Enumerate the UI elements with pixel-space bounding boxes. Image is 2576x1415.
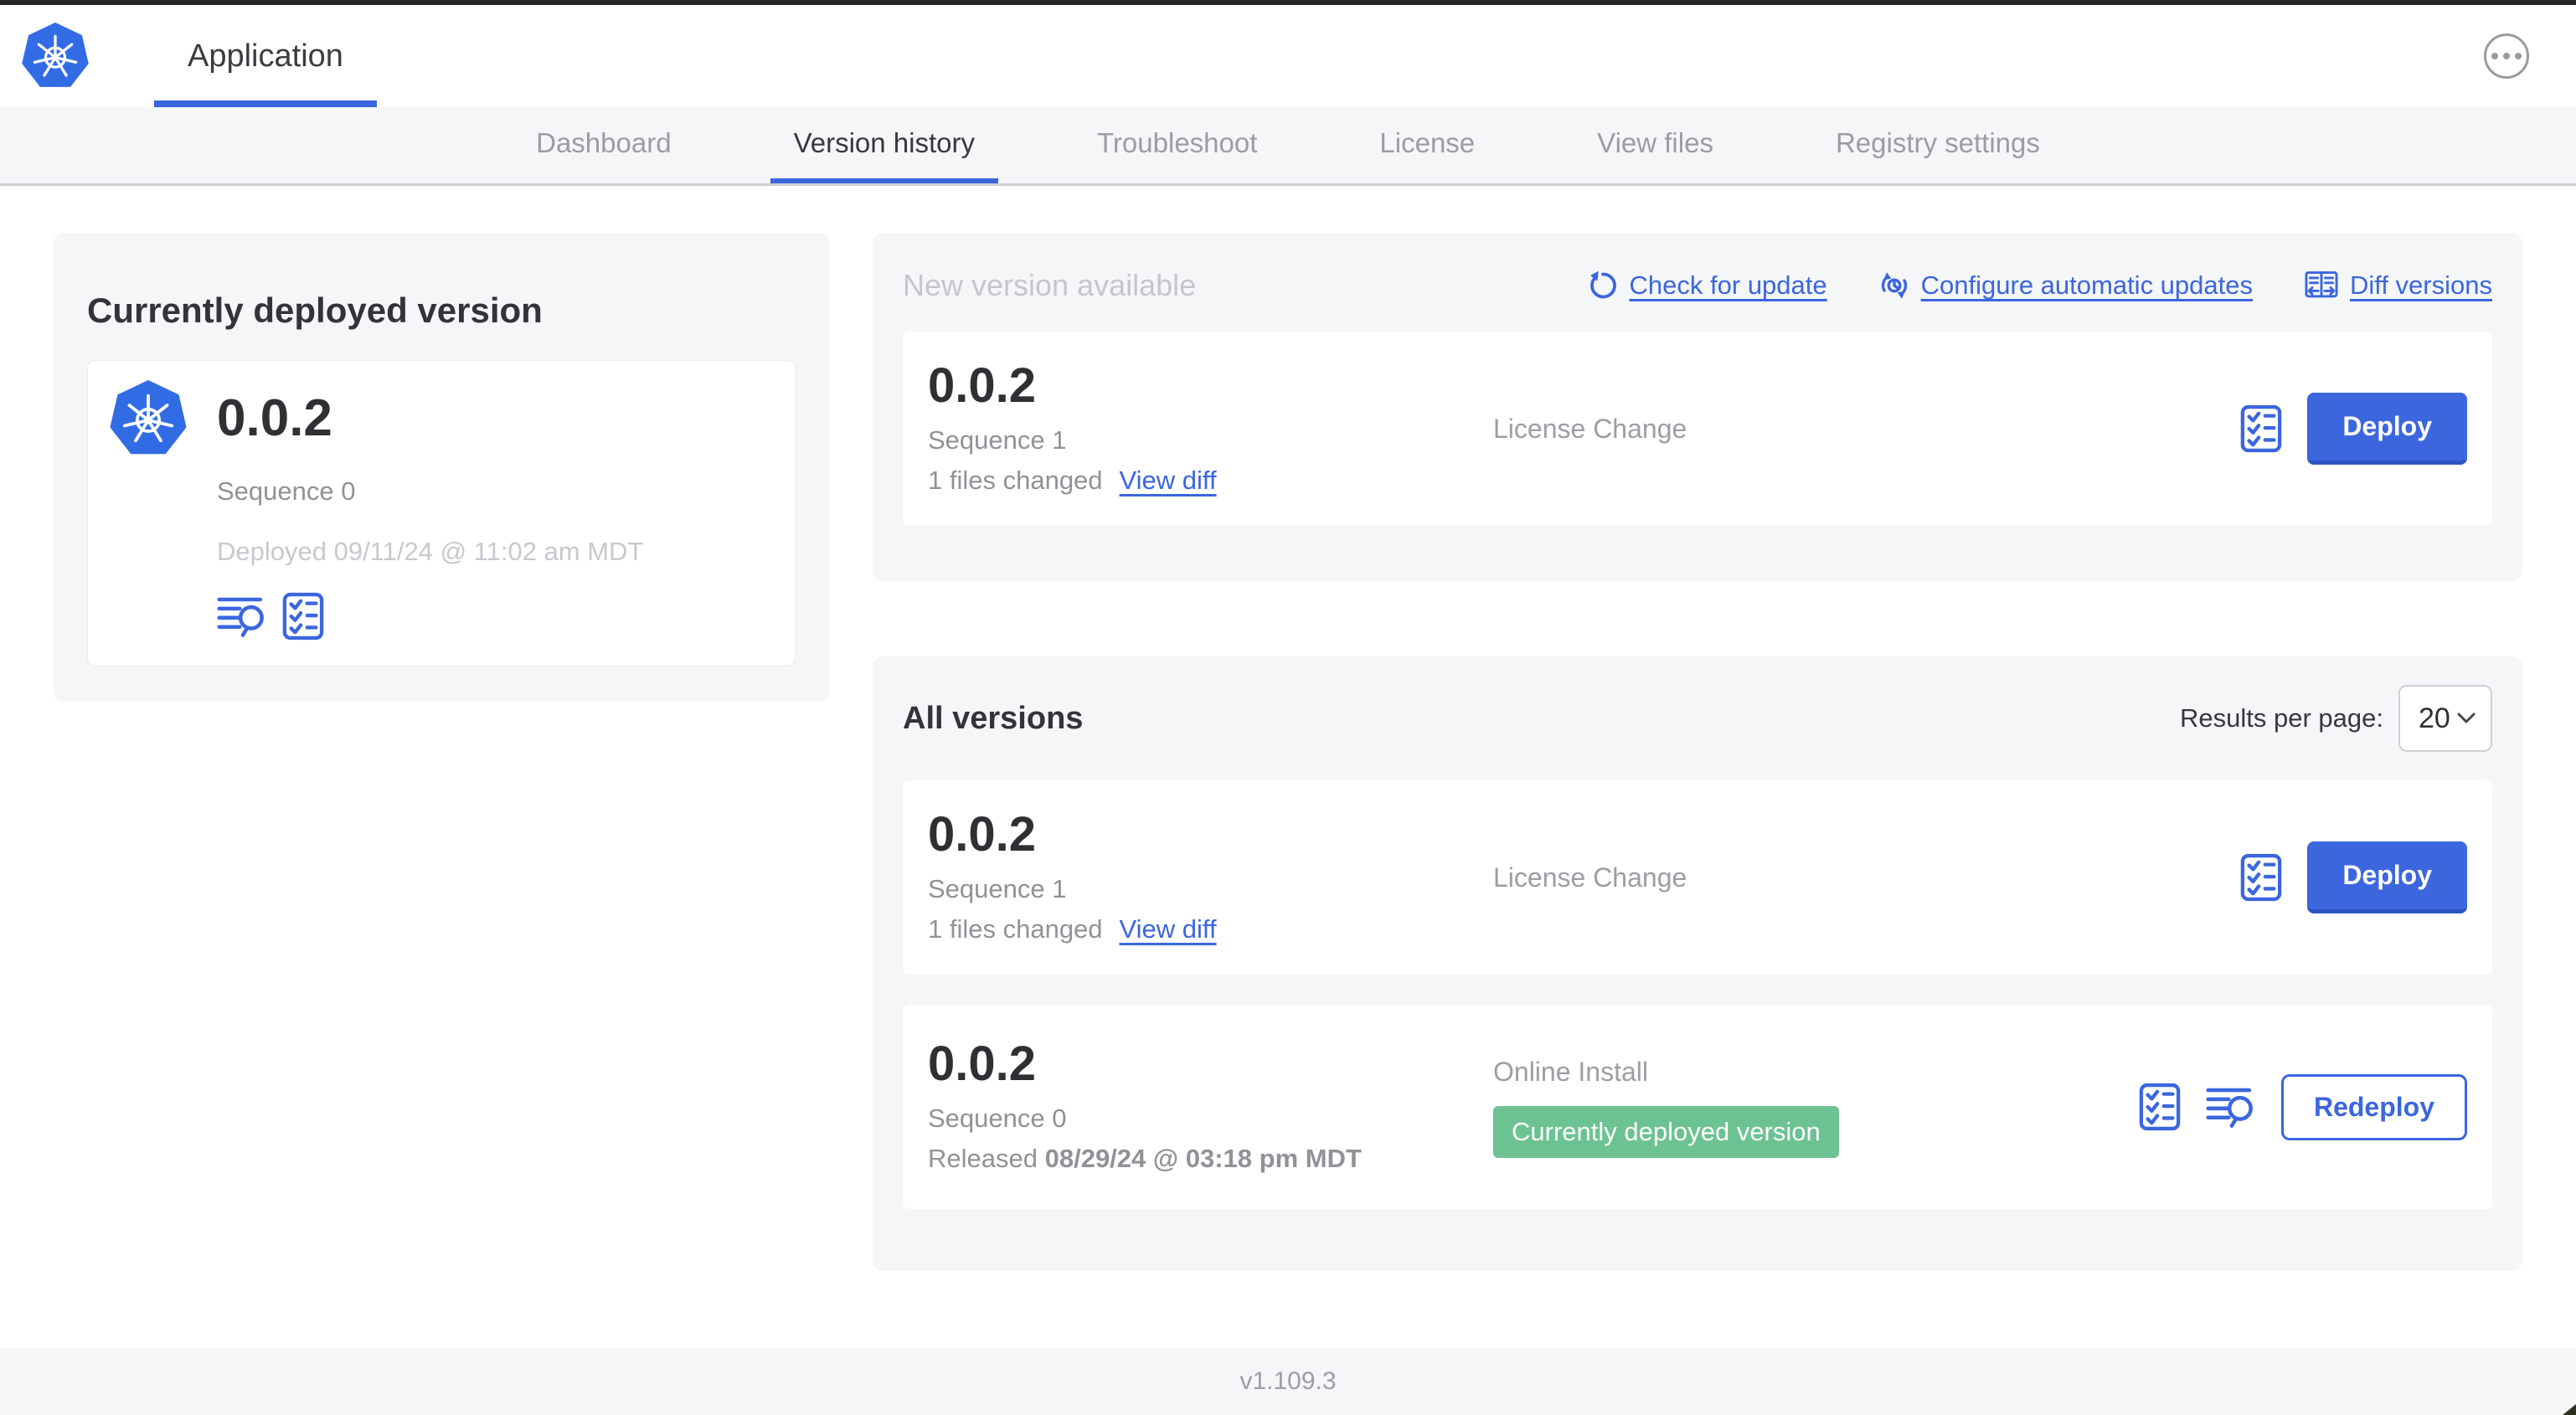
redeploy-button[interactable]: Redeploy	[2280, 1073, 2467, 1140]
deployed-sequence: Sequence 0	[217, 476, 356, 506]
preflight-checklist-icon[interactable]	[282, 592, 324, 641]
results-per-page-select[interactable]: 20	[2398, 685, 2492, 752]
version-number: 0.0.2	[928, 358, 1036, 413]
currently-deployed-panel: Currently deployed version 0.0.2 Sequenc…	[54, 233, 829, 702]
refresh-icon	[1588, 270, 1618, 301]
app-title: Application	[188, 38, 343, 74]
schedule-icon	[1879, 270, 1909, 301]
diff-versions-link[interactable]: Diff versions	[2305, 270, 2492, 301]
new-version-panel: New version available Check for update C…	[873, 233, 2522, 581]
version-number: 0.0.2	[928, 807, 1036, 862]
kubernetes-logo-icon	[20, 5, 90, 107]
all-versions-panel: All versions Results per page: 20 0.0.2 …	[873, 656, 2522, 1271]
all-versions-title: All versions	[903, 700, 1084, 736]
main-content: Currently deployed version 0.0.2 Sequenc…	[0, 186, 2576, 1348]
new-version-card: 0.0.2 Sequence 1 1 files changed View di…	[903, 332, 2492, 526]
files-changed-label: 1 files changed	[928, 466, 1103, 495]
results-per-page-value: 20	[2419, 702, 2450, 734]
deployed-version-number: 0.0.2	[217, 389, 332, 448]
version-source-label: License Change	[1493, 413, 1687, 444]
tab-dashboard[interactable]: Dashboard	[513, 107, 694, 183]
version-sequence: Sequence 1	[928, 874, 1067, 903]
kubernetes-app-icon	[108, 379, 188, 458]
cursor-artifact	[2563, 1404, 2576, 1415]
tab-version-history[interactable]: Version history	[770, 107, 998, 183]
preflight-checklist-icon[interactable]	[2240, 404, 2282, 453]
check-for-update-link[interactable]: Check for update	[1588, 270, 1827, 301]
currently-deployed-title: Currently deployed version	[87, 290, 543, 330]
configure-automatic-updates-link[interactable]: Configure automatic updates	[1879, 270, 2253, 301]
app-header: Application	[0, 5, 2576, 107]
new-version-title: New version available	[903, 268, 1197, 302]
chevron-down-icon	[2457, 713, 2476, 724]
deployed-timestamp: Deployed 09/11/24 @ 11:02 am MDT	[217, 536, 644, 566]
diff-icon	[2305, 270, 2338, 301]
deploy-button[interactable]: Deploy	[2307, 841, 2467, 913]
preflight-checklist-icon[interactable]	[2139, 1083, 2181, 1131]
version-source-label: Online Install	[1493, 1056, 1648, 1087]
app-nav: Dashboard Version history Troubleshoot L…	[0, 107, 2576, 186]
logs-icon[interactable]	[2206, 1083, 2256, 1130]
view-diff-link[interactable]: View diff	[1120, 914, 1217, 944]
version-number: 0.0.2	[928, 1037, 1036, 1091]
files-changed-label: 1 files changed	[928, 914, 1103, 944]
tab-troubleshoot[interactable]: Troubleshoot	[1074, 107, 1280, 183]
results-per-page-label: Results per page:	[2180, 703, 2383, 733]
released-label: Released	[928, 1144, 1038, 1173]
view-diff-link[interactable]: View diff	[1120, 466, 1217, 496]
version-source-label: License Change	[1493, 862, 1687, 893]
deploy-button[interactable]: Deploy	[2307, 393, 2467, 465]
ellipsis-icon	[2491, 53, 2522, 59]
tab-license[interactable]: License	[1356, 107, 1498, 183]
preflight-checklist-icon[interactable]	[2240, 853, 2282, 902]
footer: v1.109.3	[0, 1348, 2576, 1415]
version-sequence: Sequence 1	[928, 425, 1067, 455]
app-manager-version: v1.109.3	[1239, 1367, 1337, 1395]
tab-view-files[interactable]: View files	[1574, 107, 1737, 183]
tab-registry-settings[interactable]: Registry settings	[1812, 107, 2063, 183]
currently-deployed-badge: Currently deployed version	[1493, 1105, 1839, 1158]
released-timestamp: 08/29/24 @ 03:18 pm MDT	[1044, 1144, 1362, 1173]
version-row: 0.0.2 Sequence 1 1 files changed View di…	[903, 780, 2492, 975]
more-options-button[interactable]	[2484, 33, 2529, 79]
version-sequence: Sequence 0	[928, 1104, 1067, 1133]
version-row: 0.0.2 Sequence 0 Released 08/29/24 @ 03:…	[903, 1005, 2492, 1209]
currently-deployed-card: 0.0.2 Sequence 0 Deployed 09/11/24 @ 11:…	[87, 359, 796, 666]
logs-icon[interactable]	[217, 593, 267, 640]
application-tab[interactable]: Application	[154, 5, 377, 107]
